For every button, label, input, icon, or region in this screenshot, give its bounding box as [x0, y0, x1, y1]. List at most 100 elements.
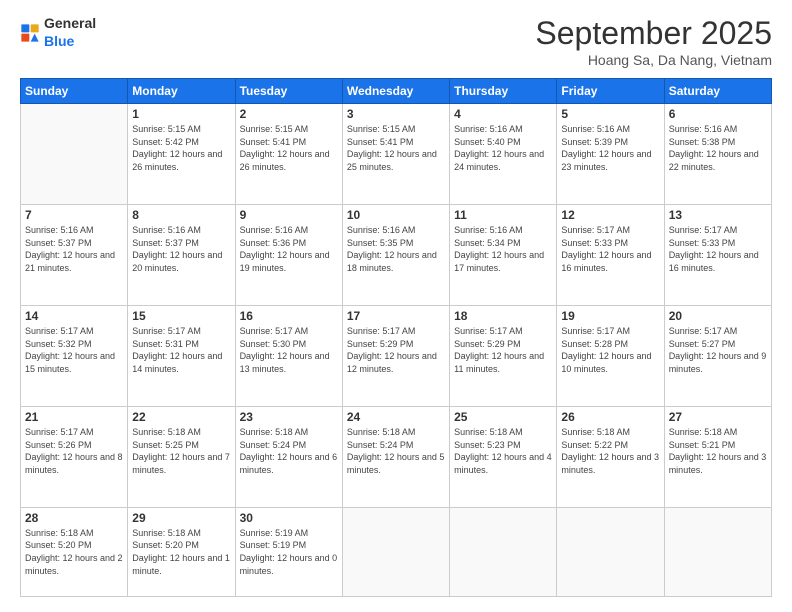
calendar-cell	[557, 507, 664, 596]
day-info: Sunrise: 5:18 AMSunset: 5:23 PMDaylight:…	[454, 426, 552, 476]
day-info: Sunrise: 5:16 AMSunset: 5:36 PMDaylight:…	[240, 224, 338, 274]
day-number: 15	[132, 309, 230, 323]
logo-general: General	[44, 15, 96, 31]
calendar-cell: 14Sunrise: 5:17 AMSunset: 5:32 PMDayligh…	[21, 305, 128, 406]
day-info: Sunrise: 5:15 AMSunset: 5:41 PMDaylight:…	[347, 123, 445, 173]
day-info: Sunrise: 5:18 AMSunset: 5:21 PMDaylight:…	[669, 426, 767, 476]
calendar-cell: 12 Sunrise: 5:17 AMSunset: 5:33 PMDayligh…	[557, 204, 664, 305]
calendar-cell: 27 Sunrise: 5:18 AMSunset: 5:21 PMDayligh…	[664, 406, 771, 507]
day-info: Sunrise: 5:17 AMSunset: 5:33 PMDaylight:…	[669, 224, 767, 274]
header: General Blue September 2025 Hoang Sa, Da…	[20, 15, 772, 68]
calendar-cell: 26 Sunrise: 5:18 AMSunset: 5:22 PMDayligh…	[557, 406, 664, 507]
day-info: Sunrise: 5:16 AMSunset: 5:38 PMDaylight:…	[669, 123, 767, 173]
calendar-cell: 3Sunrise: 5:15 AMSunset: 5:41 PMDaylight…	[342, 104, 449, 205]
calendar-cell: 17 Sunrise: 5:17 AMSunset: 5:29 PMDayligh…	[342, 305, 449, 406]
page: General Blue September 2025 Hoang Sa, Da…	[0, 0, 792, 612]
calendar-cell: 15 Sunrise: 5:17 AMSunset: 5:31 PMDayligh…	[128, 305, 235, 406]
day-number: 1	[132, 107, 230, 121]
day-info: Sunrise: 5:16 AMSunset: 5:39 PMDaylight:…	[561, 123, 659, 173]
day-info: Sunrise: 5:17 AMSunset: 5:29 PMDaylight:…	[454, 325, 552, 375]
col-saturday: Saturday	[664, 79, 771, 104]
day-number: 26	[561, 410, 659, 424]
col-sunday: Sunday	[21, 79, 128, 104]
day-number: 5	[561, 107, 659, 121]
day-info: Sunrise: 5:17 AMSunset: 5:29 PMDaylight:…	[347, 325, 445, 375]
calendar-table: Sunday Monday Tuesday Wednesday Thursday…	[20, 78, 772, 597]
calendar-cell: 9Sunrise: 5:16 AMSunset: 5:36 PMDaylight…	[235, 204, 342, 305]
day-info: Sunrise: 5:17 AMSunset: 5:28 PMDaylight:…	[561, 325, 659, 375]
calendar-cell: 1 Sunrise: 5:15 AMSunset: 5:42 PMDaylight…	[128, 104, 235, 205]
calendar-cell	[342, 507, 449, 596]
calendar-cell: 22 Sunrise: 5:18 AMSunset: 5:25 PMDayligh…	[128, 406, 235, 507]
day-number: 29	[132, 511, 230, 525]
day-number: 16	[240, 309, 338, 323]
day-info: Sunrise: 5:19 AMSunset: 5:19 PMDaylight:…	[240, 527, 338, 577]
day-number: 28	[25, 511, 123, 525]
day-number: 10	[347, 208, 445, 222]
week-row-5: 28 Sunrise: 5:18 AMSunset: 5:20 PMDayligh…	[21, 507, 772, 596]
calendar-cell: 13 Sunrise: 5:17 AMSunset: 5:33 PMDayligh…	[664, 204, 771, 305]
calendar-cell: 24 Sunrise: 5:18 AMSunset: 5:24 PMDayligh…	[342, 406, 449, 507]
day-number: 17	[347, 309, 445, 323]
week-row-3: 14Sunrise: 5:17 AMSunset: 5:32 PMDayligh…	[21, 305, 772, 406]
col-thursday: Thursday	[450, 79, 557, 104]
day-info: Sunrise: 5:17 AMSunset: 5:33 PMDaylight:…	[561, 224, 659, 274]
day-info: Sunrise: 5:17 AMSunset: 5:30 PMDaylight:…	[240, 325, 338, 375]
day-number: 13	[669, 208, 767, 222]
day-info: Sunrise: 5:15 AMSunset: 5:41 PMDaylight:…	[240, 123, 338, 173]
week-row-2: 7 Sunrise: 5:16 AMSunset: 5:37 PMDaylight…	[21, 204, 772, 305]
day-info: Sunrise: 5:16 AMSunset: 5:37 PMDaylight:…	[25, 224, 123, 274]
day-info: Sunrise: 5:17 AMSunset: 5:32 PMDaylight:…	[25, 325, 123, 375]
day-info: Sunrise: 5:17 AMSunset: 5:26 PMDaylight:…	[25, 426, 123, 476]
day-info: Sunrise: 5:18 AMSunset: 5:24 PMDaylight:…	[347, 426, 445, 476]
month-title: September 2025	[535, 15, 772, 52]
day-number: 24	[347, 410, 445, 424]
day-number: 25	[454, 410, 552, 424]
calendar-cell: 16 Sunrise: 5:17 AMSunset: 5:30 PMDayligh…	[235, 305, 342, 406]
calendar-cell: 6 Sunrise: 5:16 AMSunset: 5:38 PMDaylight…	[664, 104, 771, 205]
title-section: September 2025 Hoang Sa, Da Nang, Vietna…	[535, 15, 772, 68]
calendar-cell: 10 Sunrise: 5:16 AMSunset: 5:35 PMDayligh…	[342, 204, 449, 305]
calendar-cell: 5 Sunrise: 5:16 AMSunset: 5:39 PMDaylight…	[557, 104, 664, 205]
col-friday: Friday	[557, 79, 664, 104]
calendar-cell	[450, 507, 557, 596]
calendar-cell: 4Sunrise: 5:16 AMSunset: 5:40 PMDaylight…	[450, 104, 557, 205]
day-info: Sunrise: 5:15 AMSunset: 5:42 PMDaylight:…	[132, 123, 230, 173]
day-number: 7	[25, 208, 123, 222]
location: Hoang Sa, Da Nang, Vietnam	[535, 52, 772, 68]
day-info: Sunrise: 5:18 AMSunset: 5:24 PMDaylight:…	[240, 426, 338, 476]
calendar-cell: 23 Sunrise: 5:18 AMSunset: 5:24 PMDayligh…	[235, 406, 342, 507]
day-number: 22	[132, 410, 230, 424]
day-number: 20	[669, 309, 767, 323]
day-info: Sunrise: 5:17 AMSunset: 5:27 PMDaylight:…	[669, 325, 767, 375]
calendar-cell: 21 Sunrise: 5:17 AMSunset: 5:26 PMDayligh…	[21, 406, 128, 507]
week-row-4: 21 Sunrise: 5:17 AMSunset: 5:26 PMDayligh…	[21, 406, 772, 507]
logo-blue: Blue	[44, 33, 74, 49]
day-number: 6	[669, 107, 767, 121]
col-tuesday: Tuesday	[235, 79, 342, 104]
day-info: Sunrise: 5:17 AMSunset: 5:31 PMDaylight:…	[132, 325, 230, 375]
day-info: Sunrise: 5:18 AMSunset: 5:20 PMDaylight:…	[132, 527, 230, 577]
day-info: Sunrise: 5:16 AMSunset: 5:37 PMDaylight:…	[132, 224, 230, 274]
day-info: Sunrise: 5:18 AMSunset: 5:25 PMDaylight:…	[132, 426, 230, 476]
day-number: 27	[669, 410, 767, 424]
day-info: Sunrise: 5:18 AMSunset: 5:20 PMDaylight:…	[25, 527, 123, 577]
calendar-cell: 19Sunrise: 5:17 AMSunset: 5:28 PMDayligh…	[557, 305, 664, 406]
day-info: Sunrise: 5:16 AMSunset: 5:35 PMDaylight:…	[347, 224, 445, 274]
day-number: 21	[25, 410, 123, 424]
day-info: Sunrise: 5:16 AMSunset: 5:40 PMDaylight:…	[454, 123, 552, 173]
logo: General Blue	[20, 15, 96, 51]
calendar-cell	[21, 104, 128, 205]
day-number: 12	[561, 208, 659, 222]
calendar-cell: 28 Sunrise: 5:18 AMSunset: 5:20 PMDayligh…	[21, 507, 128, 596]
calendar-cell: 30Sunrise: 5:19 AMSunset: 5:19 PMDayligh…	[235, 507, 342, 596]
calendar-cell: 29 Sunrise: 5:18 AMSunset: 5:20 PMDayligh…	[128, 507, 235, 596]
day-number: 23	[240, 410, 338, 424]
calendar-cell: 20 Sunrise: 5:17 AMSunset: 5:27 PMDayligh…	[664, 305, 771, 406]
col-wednesday: Wednesday	[342, 79, 449, 104]
day-number: 8	[132, 208, 230, 222]
calendar-header-row: Sunday Monday Tuesday Wednesday Thursday…	[21, 79, 772, 104]
calendar-cell: 7 Sunrise: 5:16 AMSunset: 5:37 PMDaylight…	[21, 204, 128, 305]
calendar-cell: 2Sunrise: 5:15 AMSunset: 5:41 PMDaylight…	[235, 104, 342, 205]
day-info: Sunrise: 5:18 AMSunset: 5:22 PMDaylight:…	[561, 426, 659, 476]
